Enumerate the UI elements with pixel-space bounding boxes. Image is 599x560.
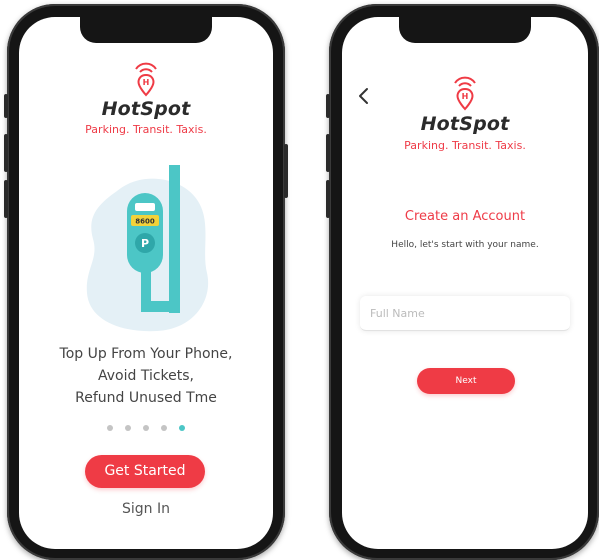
meter-symbol: P <box>141 237 149 250</box>
location-signal-icon: H <box>135 62 157 97</box>
brand-tagline: Parking. Transit. Taxis. <box>404 139 526 152</box>
brand-name: HotSpot <box>420 113 510 135</box>
meter-display: 8600 <box>135 218 155 226</box>
page-dot[interactable] <box>125 425 131 431</box>
phone-notch <box>80 17 212 43</box>
full-name-field[interactable] <box>360 296 570 331</box>
mockup-stage: H HotSpot Parking. Transit. Taxis. 8600 … <box>0 0 599 560</box>
page-dot-active[interactable] <box>179 425 185 431</box>
tagline-line: Avoid Tickets, <box>98 368 194 384</box>
page-dot[interactable] <box>143 425 149 431</box>
onboarding-tagline: Top Up From Your Phone, Avoid Tickets, R… <box>19 343 273 409</box>
chevron-left-icon[interactable] <box>356 87 372 105</box>
page-dot[interactable] <box>161 425 167 431</box>
brand-tagline: Parking. Transit. Taxis. <box>85 123 207 136</box>
sign-in-link[interactable]: Sign In <box>19 501 273 517</box>
next-button[interactable]: Next <box>417 368 515 394</box>
tagline-line: Refund Unused Tme <box>75 390 217 406</box>
side-button <box>326 180 330 218</box>
side-button <box>4 94 8 118</box>
side-button <box>326 134 330 172</box>
tagline-line: Top Up From Your Phone, <box>59 346 233 362</box>
create-account-screen: H HotSpot Parking. Transit. Taxis. Creat… <box>342 17 588 549</box>
full-name-input[interactable] <box>360 296 570 330</box>
svg-text:H: H <box>143 78 150 87</box>
get-started-button[interactable]: Get Started <box>85 455 205 488</box>
location-signal-icon: H <box>454 76 476 111</box>
svg-text:H: H <box>462 92 469 101</box>
side-button <box>326 94 330 118</box>
phone-frame-create-account: H HotSpot Parking. Transit. Taxis. Creat… <box>326 4 599 560</box>
side-button <box>4 134 8 172</box>
page-subtitle: Hello, let's start with your name. <box>391 240 539 250</box>
brand-name: HotSpot <box>101 98 191 120</box>
side-button <box>284 144 288 198</box>
page-title: Create an Account <box>404 209 526 224</box>
page-dot[interactable] <box>107 425 113 431</box>
page-indicator <box>19 425 273 431</box>
side-button <box>4 180 8 218</box>
onboarding-screen: H HotSpot Parking. Transit. Taxis. 8600 … <box>19 17 273 549</box>
phone-frame-onboarding: H HotSpot Parking. Transit. Taxis. 8600 … <box>4 4 288 560</box>
parking-meter-icon: 8600 P <box>86 165 209 332</box>
phone-notch <box>399 17 531 43</box>
